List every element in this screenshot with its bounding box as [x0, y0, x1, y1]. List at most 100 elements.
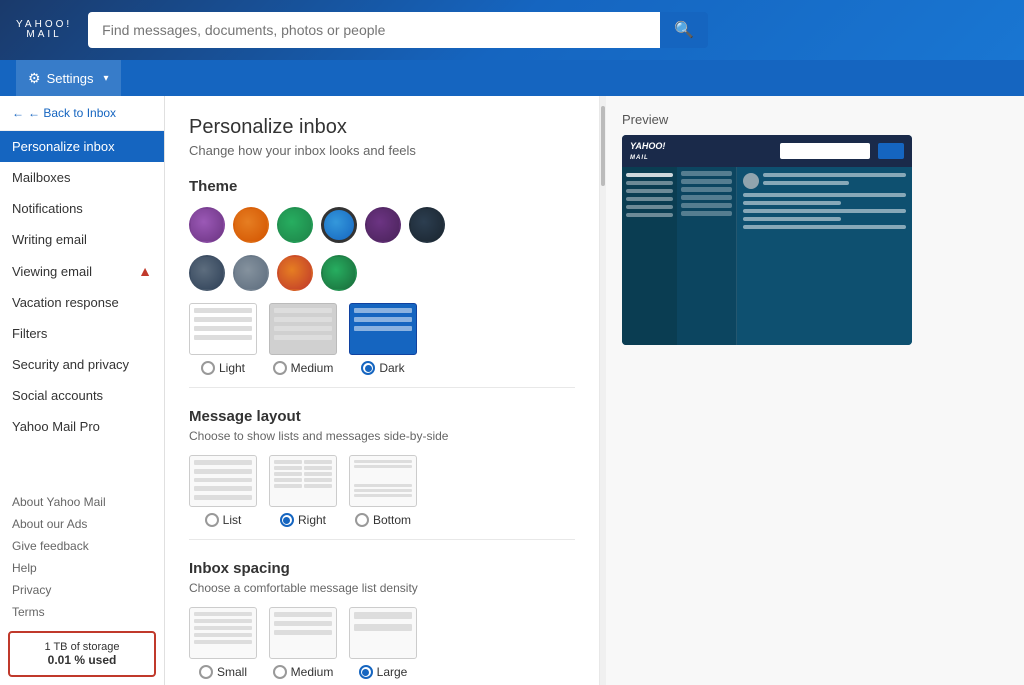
yahoo-logo: YAHOO! MAIL: [16, 20, 72, 40]
spacing-small-radio[interactable]: [199, 665, 213, 679]
preview-list-item: [681, 203, 732, 208]
sidebar-item-security-privacy[interactable]: Security and privacy: [0, 349, 164, 380]
sidebar-item-filters[interactable]: Filters: [0, 318, 164, 349]
theme-green[interactable]: [277, 207, 313, 243]
theme-photo3[interactable]: [277, 255, 313, 291]
brightness-dark-radio[interactable]: [361, 361, 375, 375]
spacing-large-radio[interactable]: [359, 665, 373, 679]
preview-body: [622, 167, 912, 345]
sidebar-item-notifications[interactable]: Notifications: [0, 193, 164, 224]
preview-main: [677, 167, 912, 345]
sidebar-item-writing-email[interactable]: Writing email: [0, 224, 164, 255]
preview-list-item: [681, 179, 732, 184]
spacing-large-option[interactable]: Large: [349, 607, 417, 679]
search-button[interactable]: 🔍: [660, 12, 708, 48]
layout-bottom-radio[interactable]: [355, 513, 369, 527]
preview-list: [677, 167, 737, 345]
preview-list-item: [681, 211, 732, 216]
theme-photo1[interactable]: [189, 255, 225, 291]
layout-list-option[interactable]: List: [189, 455, 257, 527]
preview-list-item: [681, 195, 732, 200]
page-title: Personalize inbox: [189, 116, 575, 139]
sidebar-item-mailboxes[interactable]: Mailboxes: [0, 162, 164, 193]
spacing-small-option[interactable]: Small: [189, 607, 257, 679]
theme-dark-navy[interactable]: [409, 207, 445, 243]
layout-right-option[interactable]: Right: [269, 455, 337, 527]
sidebar-item-vacation-response[interactable]: Vacation response: [0, 287, 164, 318]
sidebar: ← ← Back to Inbox Personalize inbox Mail…: [0, 96, 165, 685]
message-layout-desc: Choose to show lists and messages side-b…: [189, 429, 575, 443]
brightness-medium-option[interactable]: Medium: [269, 303, 337, 375]
preview-search-bar: [780, 143, 870, 159]
preview-sidebar: [622, 167, 677, 345]
preview-avatar: [743, 173, 759, 189]
preview-avatar-area: [743, 173, 906, 189]
divider1: [189, 387, 575, 388]
preview-logo: YAHOO!MAIL: [630, 141, 665, 161]
theme-photo-options: [189, 255, 575, 291]
preview-topbar: YAHOO!MAIL: [622, 135, 912, 167]
preview-sidebar-line: [626, 197, 673, 201]
theme-orange[interactable]: [233, 207, 269, 243]
brightness-light-option[interactable]: Light: [189, 303, 257, 375]
scroll-thumb: [601, 106, 605, 186]
theme-dark-purple[interactable]: [365, 207, 401, 243]
preview-sidebar-line: [626, 173, 673, 177]
content-wrapper: Personalize inbox Change how your inbox …: [165, 96, 1024, 685]
back-to-inbox-link[interactable]: ← ← Back to Inbox: [0, 96, 164, 131]
preview-sidebar-line: [626, 205, 673, 209]
settings-bar: ⚙ Settings ▾: [0, 60, 1024, 96]
message-layout-title: Message layout: [189, 408, 575, 425]
preview-panel: Preview YAHOO!MAIL: [606, 96, 1024, 685]
terms-link[interactable]: Terms: [0, 601, 164, 623]
theme-photo4[interactable]: [321, 255, 357, 291]
theme-blue[interactable]: [321, 207, 357, 243]
theme-purple[interactable]: [189, 207, 225, 243]
search-bar: 🔍: [88, 12, 708, 48]
inbox-spacing-desc: Choose a comfortable message list densit…: [189, 581, 575, 595]
theme-section-title: Theme: [189, 178, 575, 195]
about-yahoo-mail-link[interactable]: About Yahoo Mail: [0, 491, 164, 513]
brightness-dark-option[interactable]: Dark: [349, 303, 417, 375]
preview-email: [737, 167, 912, 345]
gear-icon: ⚙: [28, 70, 41, 87]
storage-box: 1 TB of storage 0.01 % used: [8, 631, 156, 677]
preview-sidebar-line: [626, 189, 673, 193]
sidebar-item-social-accounts[interactable]: Social accounts: [0, 380, 164, 411]
layout-right-radio[interactable]: [280, 513, 294, 527]
brightness-medium-radio[interactable]: [273, 361, 287, 375]
theme-photo2[interactable]: [233, 255, 269, 291]
search-input[interactable]: [88, 12, 660, 48]
privacy-link[interactable]: Privacy: [0, 579, 164, 601]
brightness-light-radio[interactable]: [201, 361, 215, 375]
layout-bottom-option[interactable]: Bottom: [349, 455, 417, 527]
preview-list-item: [681, 187, 732, 192]
brightness-options: Light Medium: [189, 303, 575, 375]
theme-color-options: [189, 207, 575, 243]
preview-image: YAHOO!MAIL: [622, 135, 912, 345]
preview-list-item: [681, 171, 732, 176]
sidebar-item-viewing-email[interactable]: Viewing email ▲: [0, 255, 164, 287]
layout-list-radio[interactable]: [205, 513, 219, 527]
settings-content: Personalize inbox Change how your inbox …: [165, 96, 600, 685]
spacing-medium-option[interactable]: Medium: [269, 607, 337, 679]
header: YAHOO! MAIL 🔍: [0, 0, 1024, 60]
spacing-medium-radio[interactable]: [273, 665, 287, 679]
divider2: [189, 539, 575, 540]
sidebar-item-personalize-inbox[interactable]: Personalize inbox: [0, 131, 164, 162]
scroll-indicator[interactable]: [600, 96, 606, 685]
spacing-options: Small Medium: [189, 607, 575, 679]
preview-sidebar-line: [626, 213, 673, 217]
about-our-ads-link[interactable]: About our Ads: [0, 513, 164, 535]
help-link[interactable]: Help: [0, 557, 164, 579]
back-arrow-icon: ←: [12, 106, 24, 120]
sidebar-item-yahoo-mail-pro[interactable]: Yahoo Mail Pro: [0, 411, 164, 442]
page-subtitle: Change how your inbox looks and feels: [189, 143, 575, 158]
settings-tab[interactable]: ⚙ Settings ▾: [16, 60, 121, 96]
message-layout-options: List Right: [189, 455, 575, 527]
main-layout: ← ← Back to Inbox Personalize inbox Mail…: [0, 96, 1024, 685]
preview-search-btn: [878, 143, 904, 159]
give-feedback-link[interactable]: Give feedback: [0, 535, 164, 557]
storage-title: 1 TB of storage: [18, 641, 146, 653]
back-link-label: ← Back to Inbox: [28, 106, 116, 120]
